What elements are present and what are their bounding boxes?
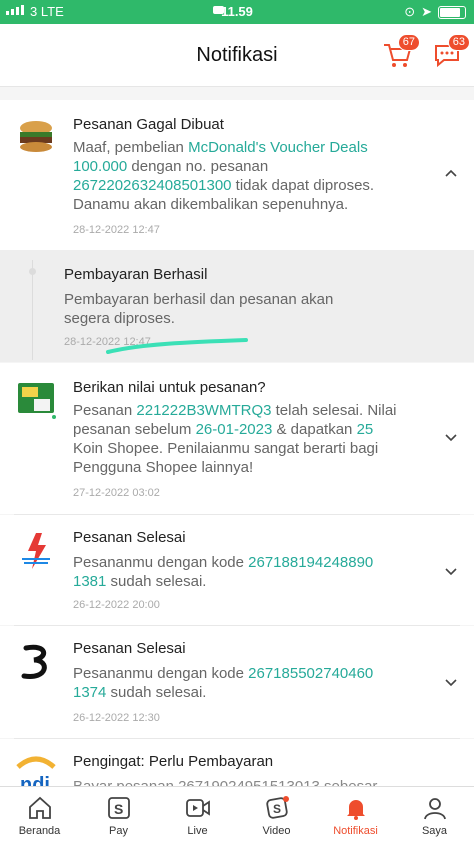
notification-item[interactable]: Pesanan Gagal Dibuat Maaf, pembelian McD… — [0, 100, 474, 250]
notification-body: Pembayaran berhasil dan pesanan akan seg… — [64, 291, 334, 327]
notification-subitem[interactable]: Pembayaran Berhasil Pembayaran berhasil … — [0, 250, 474, 362]
tab-notifikasi[interactable]: Notifikasi — [316, 787, 395, 843]
notification-item[interactable]: Pesanan Selesai Pesananmu dengan kode 26… — [0, 515, 474, 625]
notification-time: 28-12-2022 12:47 — [73, 224, 160, 236]
notification-body: Pesananmu dengan kode 267185502740460​13… — [73, 665, 374, 701]
cart-button[interactable]: 67 — [382, 34, 420, 70]
svg-text:S: S — [273, 802, 281, 816]
status-bar: 3 LTE 11.59 ⊙ ➤ — [0, 0, 474, 24]
notification-title: Pengingat: Perlu Pembayaran — [73, 753, 274, 770]
cart-badge: 67 — [397, 34, 420, 51]
location-icon: ➤ — [421, 4, 432, 19]
thread-dot — [29, 268, 36, 275]
chat-badge: 63 — [447, 34, 470, 51]
tab-live[interactable]: Live — [158, 787, 237, 843]
highlight-stroke — [106, 338, 248, 354]
thread-line — [32, 260, 33, 360]
product-thumbnail-icon — [18, 383, 56, 419]
tab-beranda[interactable]: Beranda — [0, 787, 79, 843]
bottom-tab-bar: Beranda S Pay Live S Video Notifikasi Sa… — [0, 786, 474, 843]
notification-body: Pesananmu dengan kode 267188194248890​13… — [73, 554, 374, 590]
notification-title: Pesanan Selesai — [73, 529, 186, 546]
battery-icon — [438, 5, 466, 19]
order-number-link[interactable]: 221222B3WMTRQ3 — [136, 402, 271, 419]
status-time: 11.59 — [221, 4, 253, 19]
video-icon: S — [265, 796, 289, 819]
chevron-up-icon[interactable] — [444, 166, 458, 180]
coin-link[interactable]: 25 — [357, 421, 374, 438]
svg-text:S: S — [114, 801, 123, 817]
tab-saya[interactable]: Saya — [395, 787, 474, 843]
tab-pay[interactable]: S Pay — [79, 787, 158, 843]
bell-icon — [346, 800, 365, 820]
notification-body: Bayar pesanan 2671902495151301​3 sebesar — [73, 777, 403, 786]
notification-item[interactable]: ndi Pengingat: Perlu Pembayaran Bayar pe… — [0, 739, 474, 786]
live-icon — [185, 799, 210, 817]
notification-title: Pesanan Selesai — [73, 640, 186, 657]
notification-body: Pesanan 221222B3WMTRQ3 telah selesai. Ni… — [73, 402, 397, 476]
user-icon — [423, 798, 446, 820]
notification-item[interactable]: Pesanan Selesai Pesananmu dengan kode 26… — [0, 626, 474, 738]
deadline-link[interactable]: 26-01-2023 — [196, 421, 273, 438]
order-number-link[interactable]: 267220263240850130​0 — [73, 177, 232, 194]
app-header: Notifikasi 67 63 — [0, 24, 474, 87]
home-icon — [28, 796, 51, 819]
pln-logo-icon — [22, 533, 50, 569]
bank-logo-icon: ndi — [16, 756, 56, 786]
notification-title: Pembayaran Berhasil — [64, 266, 208, 283]
chevron-down-icon[interactable] — [444, 676, 458, 690]
orientation-lock-icon: ⊙ — [404, 4, 416, 19]
notification-body: Maaf, pembelian McDonald's Voucher Deals… — [73, 139, 375, 213]
notification-time: 27-12-2022 03:02 — [73, 487, 160, 499]
notification-time: 26-12-2022 12:30 — [73, 712, 160, 724]
burger-thumbnail-icon — [20, 121, 52, 152]
chat-button[interactable]: 63 — [432, 34, 470, 70]
notification-title: Berikan nilai untuk pesanan? — [73, 379, 266, 396]
notification-title: Pesanan Gagal Dibuat — [73, 116, 224, 133]
svg-text:ndi: ndi — [20, 774, 50, 786]
chevron-down-icon[interactable] — [444, 431, 458, 445]
notification-item[interactable]: Berikan nilai untuk pesanan? Pesanan 221… — [0, 363, 474, 514]
shopeepay-icon: S — [107, 797, 130, 819]
notification-time: 26-12-2022 20:00 — [73, 599, 160, 611]
three-logo-icon — [21, 644, 47, 679]
chevron-down-icon[interactable] — [444, 565, 458, 579]
tab-video[interactable]: S Video — [237, 787, 316, 843]
